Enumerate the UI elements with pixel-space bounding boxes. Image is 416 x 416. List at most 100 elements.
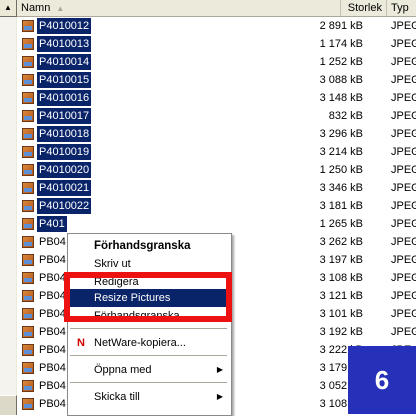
jpeg-file-icon bbox=[21, 91, 35, 105]
jpeg-file-icon bbox=[21, 19, 35, 33]
file-name: P4010014 bbox=[37, 54, 92, 70]
file-type: JPEG-bild bbox=[391, 164, 416, 176]
file-size: 3 346 kB bbox=[319, 182, 363, 194]
jpeg-file-icon bbox=[21, 289, 35, 303]
file-type: JPEG-bild bbox=[391, 20, 416, 32]
jpeg-file-icon bbox=[21, 109, 35, 123]
jpeg-file-icon bbox=[21, 271, 35, 285]
jpeg-file-icon bbox=[21, 361, 35, 375]
file-name: P4010018 bbox=[37, 126, 92, 142]
file-size: 3 262 kB bbox=[319, 236, 363, 248]
file-size: 3 181 kB bbox=[319, 200, 363, 212]
file-size: 3 296 kB bbox=[319, 128, 363, 140]
file-row[interactable]: P4010019 3 214 kB JPEG-bild bbox=[17, 143, 416, 161]
jpeg-file-icon bbox=[21, 181, 35, 195]
file-type: JPEG-bild bbox=[391, 218, 416, 230]
file-type: JPEG-bild bbox=[391, 200, 416, 212]
scrollbar-track[interactable] bbox=[0, 17, 16, 397]
file-name: P4010022 bbox=[37, 198, 92, 214]
file-row[interactable]: P4010020 1 250 kB JPEG-bild bbox=[17, 161, 416, 179]
file-name: P401 bbox=[37, 216, 67, 232]
jpeg-file-icon bbox=[21, 307, 35, 321]
file-row[interactable]: P4010014 1 252 kB JPEG-bild bbox=[17, 53, 416, 71]
file-type: JPEG-bild bbox=[391, 290, 416, 302]
file-name: PB04 bbox=[39, 236, 66, 248]
menu-item-open-with[interactable]: Öppna med ▶ bbox=[68, 361, 229, 379]
file-size: 3 088 kB bbox=[319, 74, 363, 86]
file-size: 3 121 kB bbox=[319, 290, 363, 302]
file-size: 1 252 kB bbox=[319, 56, 363, 68]
menu-item-print[interactable]: Skriv ut bbox=[68, 255, 229, 273]
file-size: 2 891 kB bbox=[319, 20, 363, 32]
column-header-size[interactable]: Storlek bbox=[341, 0, 387, 16]
file-name: P4010017 bbox=[37, 108, 92, 124]
file-name: PB04 bbox=[39, 344, 66, 356]
context-menu: Förhandsgranska Skriv ut Redigera Resize… bbox=[67, 233, 232, 416]
highlight-annotation-box bbox=[64, 272, 232, 322]
file-name: P4010019 bbox=[37, 144, 92, 160]
jpeg-file-icon bbox=[21, 37, 35, 51]
column-header-name[interactable]: Namn ▲ bbox=[17, 0, 341, 16]
jpeg-file-icon bbox=[21, 145, 35, 159]
menu-separator bbox=[70, 382, 227, 383]
scroll-up-arrow-icon[interactable]: ▲ bbox=[0, 0, 17, 17]
jpeg-file-icon bbox=[21, 127, 35, 141]
file-name: P4010021 bbox=[37, 180, 92, 196]
jpeg-file-icon bbox=[21, 325, 35, 339]
file-row[interactable]: P4010021 3 346 kB JPEG-bild bbox=[17, 179, 416, 197]
file-type: JPEG-bild bbox=[391, 38, 416, 50]
file-row[interactable]: P4010012 2 891 kB JPEG-bild bbox=[17, 17, 416, 35]
file-name: PB04 bbox=[39, 398, 66, 410]
jpeg-file-icon bbox=[21, 379, 35, 393]
file-size: 3 108 kB bbox=[319, 272, 363, 284]
jpeg-file-icon bbox=[21, 397, 35, 411]
file-size: 3 192 kB bbox=[319, 326, 363, 338]
file-row[interactable]: P401 1 265 kB JPEG-bild bbox=[17, 215, 416, 233]
file-row[interactable]: P4010017 832 kB JPEG-bild bbox=[17, 107, 416, 125]
file-type: JPEG-bild bbox=[391, 56, 416, 68]
menu-item-netware-copy[interactable]: N NetWare-kopiera... bbox=[68, 334, 229, 352]
jpeg-file-icon bbox=[21, 235, 35, 249]
file-name: P4010015 bbox=[37, 72, 92, 88]
file-name: PB04 bbox=[39, 326, 66, 338]
file-row[interactable]: P4010013 1 174 kB JPEG-bild bbox=[17, 35, 416, 53]
file-size: 3 197 kB bbox=[319, 254, 363, 266]
file-type: JPEG-bild bbox=[391, 272, 416, 284]
submenu-arrow-icon: ▶ bbox=[216, 392, 223, 401]
menu-item-preview[interactable]: Förhandsgranska bbox=[68, 237, 229, 255]
file-size: 3 214 kB bbox=[319, 146, 363, 158]
submenu-arrow-icon: ▶ bbox=[216, 365, 223, 374]
file-size: 1 174 kB bbox=[319, 38, 363, 50]
file-name: PB04 bbox=[39, 380, 66, 392]
file-type: JPEG-bild bbox=[391, 92, 416, 104]
file-row[interactable]: P4010018 3 296 kB JPEG-bild bbox=[17, 125, 416, 143]
menu-separator bbox=[70, 355, 227, 356]
scrollbar-thumb[interactable] bbox=[0, 395, 17, 415]
netware-n-icon: N bbox=[77, 337, 85, 349]
file-name: P4010016 bbox=[37, 90, 92, 106]
file-type: JPEG-bild bbox=[391, 110, 416, 122]
file-row[interactable]: P4010015 3 088 kB JPEG-bild bbox=[17, 71, 416, 89]
file-size: 3 148 kB bbox=[319, 92, 363, 104]
file-type: JPEG-bild bbox=[391, 182, 416, 194]
file-size: 832 kB bbox=[328, 110, 363, 122]
file-size: 1 250 kB bbox=[319, 164, 363, 176]
jpeg-file-icon bbox=[21, 199, 35, 213]
column-header-bar: Namn ▲ Storlek Typ bbox=[17, 0, 416, 17]
file-type: JPEG-bild bbox=[391, 236, 416, 248]
jpeg-file-icon bbox=[21, 73, 35, 87]
file-size: 3 101 kB bbox=[319, 308, 363, 320]
step-number-badge: 6 bbox=[348, 346, 416, 414]
menu-item-send-to[interactable]: Skicka till ▶ bbox=[68, 388, 229, 406]
jpeg-file-icon bbox=[21, 55, 35, 69]
file-row[interactable]: P4010016 3 148 kB JPEG-bild bbox=[17, 89, 416, 107]
column-header-type[interactable]: Typ bbox=[387, 0, 416, 16]
file-size: 1 265 kB bbox=[319, 218, 363, 230]
file-row[interactable]: P4010022 3 181 kB JPEG-bild bbox=[17, 197, 416, 215]
file-type: JPEG-bild bbox=[391, 254, 416, 266]
vertical-scrollbar[interactable]: ▲ bbox=[0, 0, 17, 415]
file-type: JPEG-bild bbox=[391, 146, 416, 158]
file-name: P4010013 bbox=[37, 36, 92, 52]
file-name: PB04 bbox=[39, 362, 66, 374]
jpeg-file-icon bbox=[21, 343, 35, 357]
